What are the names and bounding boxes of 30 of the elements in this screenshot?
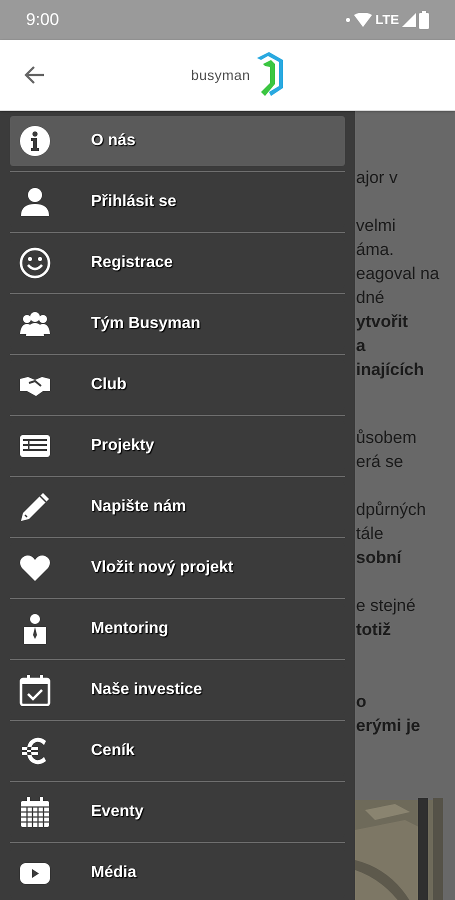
article-text: áma. <box>355 239 394 261</box>
article-text: inajících <box>355 359 424 381</box>
article-text: eagoval na <box>355 263 440 285</box>
article-text: a <box>355 335 366 357</box>
article-text: totiž <box>355 619 391 641</box>
network-type: LTE <box>375 11 399 30</box>
article-text: sobní <box>355 547 402 569</box>
article-text: o <box>355 691 366 713</box>
article-text: velmi <box>355 215 396 237</box>
article-text: e stejné <box>355 595 416 617</box>
article-text: ajor v <box>355 167 398 189</box>
article-text: ytvořit <box>355 311 408 333</box>
pencil-icon <box>19 491 51 523</box>
article-text: dné <box>355 287 384 309</box>
smiley-icon <box>19 247 51 279</box>
calendar-icon <box>19 796 51 828</box>
article-text: erá se <box>355 451 404 473</box>
battery-icon <box>419 11 429 29</box>
person-icon <box>19 186 51 218</box>
article-text: dpůrných <box>355 499 426 521</box>
calendar-check-icon <box>19 674 51 706</box>
menu-item[interactable]: O nás <box>10 116 345 166</box>
info-icon <box>19 125 51 157</box>
article-text: ůsobem <box>355 427 416 449</box>
clock-time: 9:00 <box>26 9 60 32</box>
article-text: tále <box>355 523 384 545</box>
signal-icon <box>402 13 416 27</box>
wifi-icon <box>354 13 372 27</box>
article-text: erými je <box>355 715 420 737</box>
logo-text: busyman <box>191 66 250 85</box>
